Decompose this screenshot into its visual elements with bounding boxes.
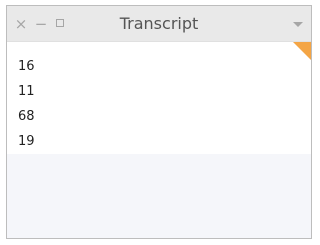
maximize-icon[interactable] — [53, 15, 69, 33]
transcript-text-area[interactable]: 16 11 68 19 — [7, 42, 311, 238]
transcript-window: × − Transcript 16 11 68 19 — [6, 5, 312, 239]
transcript-line: 11 — [18, 84, 35, 99]
transcript-line: 68 — [18, 109, 35, 124]
transcript-line: 16 — [18, 59, 35, 74]
transcript-line: 19 — [18, 134, 35, 149]
transcript-lines: 16 11 68 19 — [18, 54, 35, 154]
minimize-icon[interactable]: − — [33, 15, 49, 33]
title-bar[interactable]: × − Transcript — [7, 6, 311, 42]
close-icon[interactable]: × — [13, 15, 29, 33]
resize-corner-marker[interactable] — [293, 42, 311, 60]
content-tint — [7, 154, 311, 238]
window-menu-chevron-icon[interactable] — [293, 22, 303, 27]
